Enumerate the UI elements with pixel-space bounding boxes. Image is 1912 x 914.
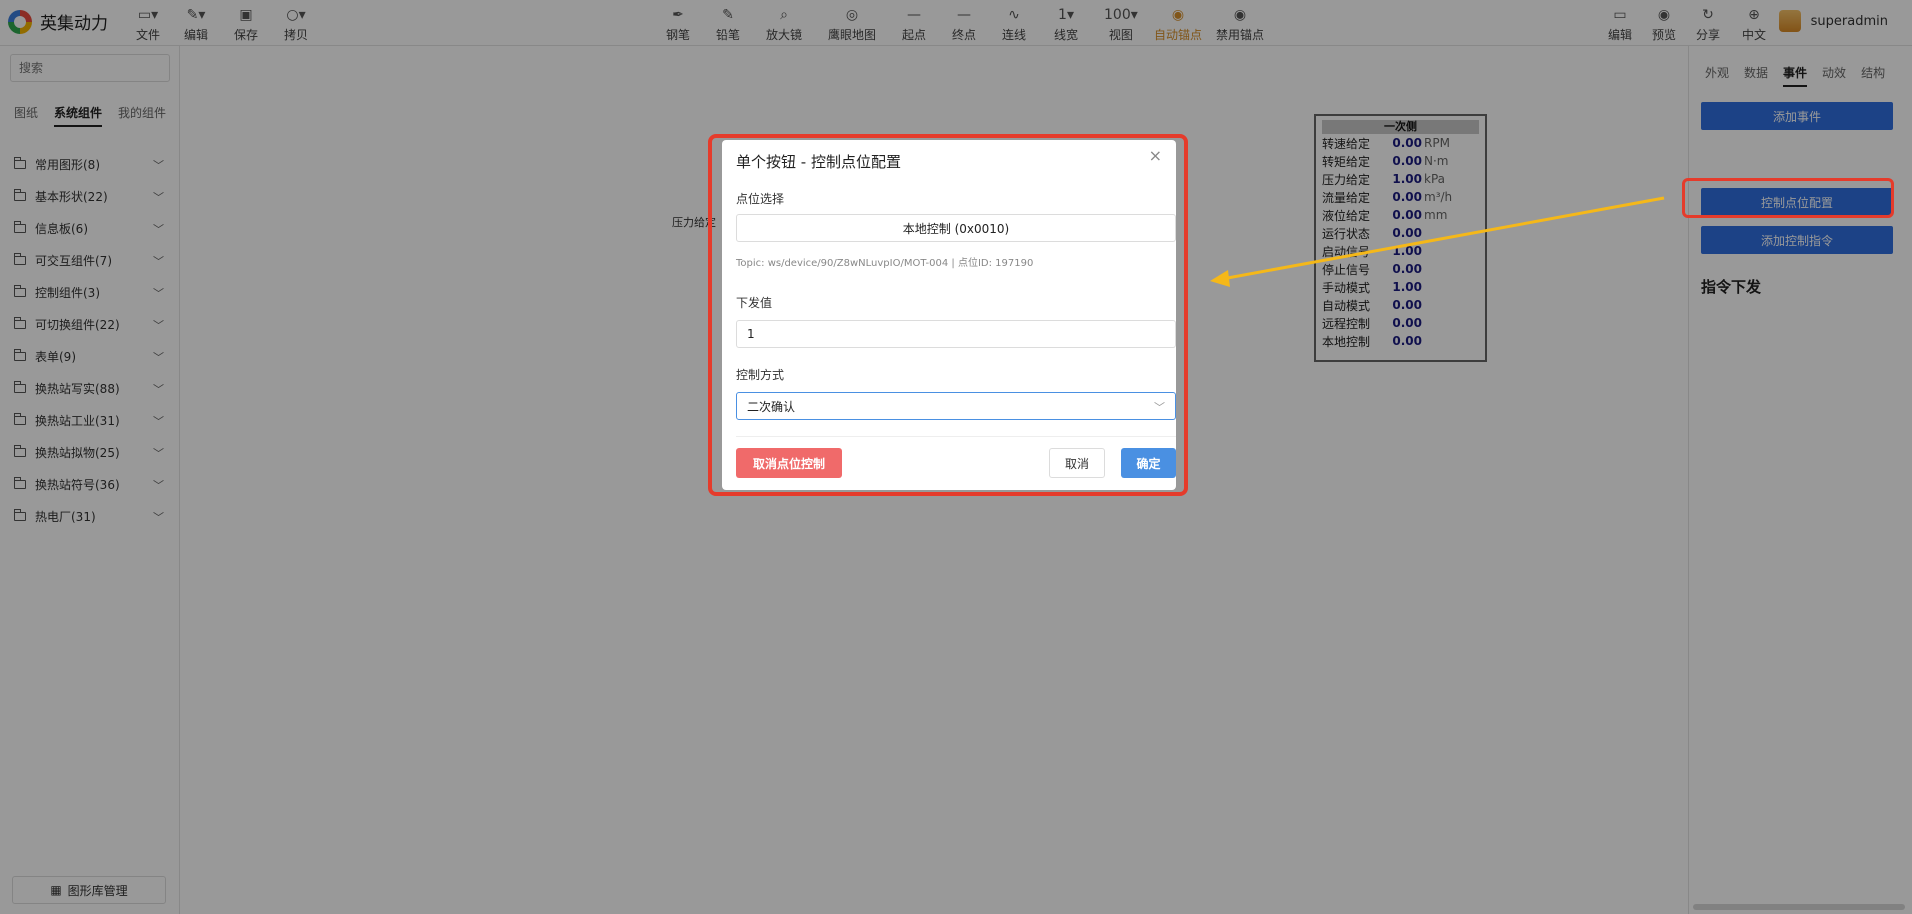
chevron-down-icon: ﹀ xyxy=(1154,401,1165,414)
mode-select-value: 二次确认 xyxy=(747,399,796,414)
cancel-point-control-button[interactable]: 取消点位控制 xyxy=(736,448,842,478)
dialog-divider xyxy=(736,436,1176,437)
dialog-title: 单个按钮 - 控制点位配置 xyxy=(736,153,901,171)
point-select-field[interactable]: 本地控制 (0x0010) xyxy=(736,214,1176,242)
point-select-label: 点位选择 xyxy=(736,192,785,206)
cancel-button[interactable]: 取消 xyxy=(1049,448,1105,478)
highlight-box xyxy=(1682,178,1894,218)
control-point-dialog: 单个按钮 - 控制点位配置 × 点位选择 本地控制 (0x0010) Topic… xyxy=(722,140,1176,490)
close-icon[interactable]: × xyxy=(1149,146,1162,165)
topic-hint: Topic: ws/device/90/Z8wNLuvpIO/MOT-004 |… xyxy=(736,258,1034,269)
value-input[interactable]: 1 xyxy=(736,320,1176,348)
mode-label: 控制方式 xyxy=(736,368,785,382)
mode-select[interactable]: 二次确认 ﹀ xyxy=(736,392,1176,420)
value-label: 下发值 xyxy=(736,296,773,310)
confirm-button[interactable]: 确定 xyxy=(1121,448,1176,478)
